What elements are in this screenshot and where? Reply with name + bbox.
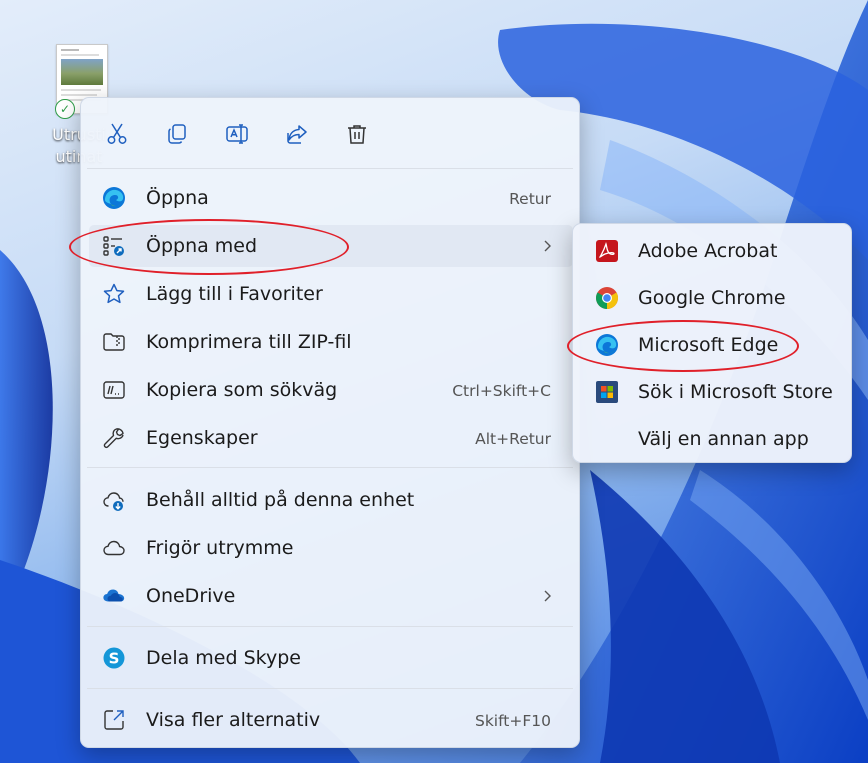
copy-button[interactable] bbox=[157, 114, 197, 154]
menu-item-label: Öppna bbox=[146, 187, 209, 209]
context-menu-toolbar bbox=[81, 98, 579, 168]
submenu-item-label: Välj en annan app bbox=[638, 428, 809, 450]
menu-item-always-keep-on-device[interactable]: Behåll alltid på denna enhet bbox=[89, 479, 573, 521]
submenu-item-google-chrome[interactable]: Google Chrome bbox=[579, 276, 845, 320]
submenu-item-adobe-acrobat[interactable]: Adobe Acrobat bbox=[579, 229, 845, 273]
more-options-icon bbox=[102, 708, 126, 732]
submenu-item-label: Microsoft Edge bbox=[638, 334, 779, 356]
menu-item-label: Egenskaper bbox=[146, 427, 258, 449]
menu-separator bbox=[87, 626, 573, 627]
star-icon bbox=[102, 282, 126, 306]
submenu-item-microsoft-store[interactable]: Sök i Microsoft Store bbox=[579, 370, 845, 414]
share-button[interactable] bbox=[277, 114, 317, 154]
submenu-item-choose-another-app[interactable]: Välj en annan app bbox=[579, 417, 845, 461]
menu-item-shortcut: Retur bbox=[509, 190, 551, 208]
menu-item-label: Komprimera till ZIP-fil bbox=[146, 331, 352, 353]
menu-item-shortcut: Alt+Retur bbox=[475, 430, 551, 448]
cut-icon bbox=[107, 123, 127, 144]
menu-item-label: Öppna med bbox=[146, 235, 258, 257]
delete-icon bbox=[348, 125, 366, 144]
open-with-icon bbox=[102, 234, 126, 258]
menu-item-properties[interactable]: Egenskaper Alt+Retur bbox=[89, 417, 573, 459]
share-icon bbox=[287, 125, 307, 144]
rename-button[interactable] bbox=[217, 114, 257, 154]
menu-item-label: Frigör utrymme bbox=[146, 537, 294, 559]
menu-item-label: Lägg till i Favoriter bbox=[146, 283, 323, 305]
skype-icon: S bbox=[102, 646, 126, 670]
menu-item-shortcut: Ctrl+Skift+C bbox=[452, 382, 551, 400]
menu-item-show-more-options[interactable]: Visa fler alternativ Skift+F10 bbox=[89, 699, 573, 741]
menu-item-shortcut: Skift+F10 bbox=[474, 712, 551, 730]
copy-icon bbox=[168, 124, 186, 144]
menu-item-label: Kopiera som sökväg bbox=[146, 379, 338, 401]
menu-separator bbox=[87, 688, 573, 689]
synced-check-icon: ✓ bbox=[55, 99, 75, 119]
cloud-download-icon bbox=[102, 488, 126, 512]
svg-text:S: S bbox=[109, 650, 120, 668]
cloud-outline-icon bbox=[102, 536, 126, 560]
menu-item-label: OneDrive bbox=[146, 585, 236, 607]
menu-item-share-skype[interactable]: S Dela med Skype bbox=[89, 637, 573, 679]
menu-item-open-with[interactable]: Öppna med bbox=[89, 225, 573, 267]
menu-item-label: Visa fler alternativ bbox=[146, 709, 321, 731]
submenu-item-label: Sök i Microsoft Store bbox=[638, 381, 833, 403]
wrench-icon bbox=[102, 426, 126, 450]
acrobat-icon bbox=[595, 239, 619, 263]
menu-separator bbox=[87, 168, 573, 169]
menu-separator bbox=[87, 467, 573, 468]
rename-icon bbox=[226, 124, 248, 144]
open-with-submenu: Adobe Acrobat Google Chrome Microsoft Ed… bbox=[572, 223, 852, 463]
menu-item-open[interactable]: Öppna Retur bbox=[89, 177, 573, 219]
zip-folder-icon bbox=[102, 330, 126, 354]
onedrive-icon bbox=[102, 584, 126, 608]
chevron-right-icon bbox=[544, 240, 551, 252]
edge-icon bbox=[595, 333, 619, 357]
cut-button[interactable] bbox=[97, 114, 137, 154]
menu-item-free-up-space[interactable]: Frigör utrymme bbox=[89, 527, 573, 569]
chevron-right-icon bbox=[544, 590, 551, 602]
store-icon bbox=[595, 380, 619, 404]
edge-icon bbox=[102, 186, 126, 210]
submenu-item-label: Adobe Acrobat bbox=[638, 240, 778, 262]
chrome-icon bbox=[595, 286, 619, 310]
menu-item-onedrive[interactable]: OneDrive bbox=[89, 575, 573, 617]
menu-item-label: Behåll alltid på denna enhet bbox=[146, 489, 415, 511]
delete-button[interactable] bbox=[337, 114, 377, 154]
submenu-item-microsoft-edge[interactable]: Microsoft Edge bbox=[579, 323, 845, 367]
menu-item-label: Dela med Skype bbox=[146, 647, 301, 669]
menu-item-add-favorites[interactable]: Lägg till i Favoriter bbox=[89, 273, 573, 315]
copy-path-icon bbox=[102, 378, 126, 402]
context-menu: Öppna Retur Öppna med Lägg till i Favori… bbox=[80, 97, 580, 748]
menu-item-copy-as-path[interactable]: Kopiera som sökväg Ctrl+Skift+C bbox=[89, 369, 573, 411]
submenu-item-label: Google Chrome bbox=[638, 287, 786, 309]
menu-item-compress-zip[interactable]: Komprimera till ZIP-fil bbox=[89, 321, 573, 363]
